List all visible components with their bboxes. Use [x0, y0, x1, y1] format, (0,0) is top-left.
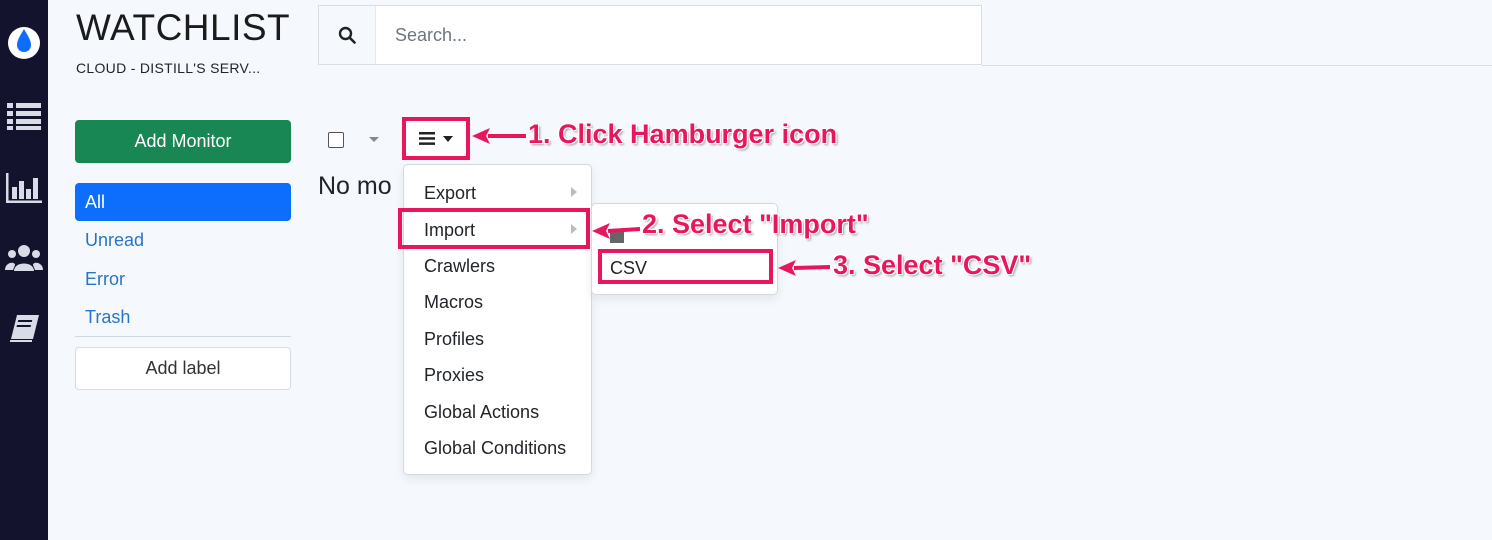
select-all-checkbox[interactable] — [328, 132, 344, 148]
annotation-step-2: 2. Select "Import" — [642, 209, 869, 239]
header-divider — [982, 65, 1492, 66]
select-options-caret-icon[interactable] — [369, 137, 379, 142]
annotation-arrow-3 — [778, 260, 830, 276]
search-bar — [318, 5, 982, 65]
annotation-step-3: 3. Select "CSV" — [833, 250, 1032, 280]
menu-item-profiles[interactable]: Profiles — [424, 329, 484, 350]
sidebar-item-trash[interactable]: Trash — [75, 298, 291, 336]
hamburger-icon — [419, 132, 435, 145]
add-label-button[interactable]: Add label — [75, 347, 291, 390]
annotation-arrow-1 — [472, 128, 526, 144]
search-input[interactable] — [375, 6, 975, 64]
csv-highlight-box — [598, 249, 773, 284]
menu-item-global-actions[interactable]: Global Actions — [424, 402, 539, 423]
search-icon[interactable] — [319, 6, 376, 64]
sidebar-item-unread[interactable]: Unread — [75, 221, 291, 259]
annotation-arrow-2 — [592, 223, 640, 239]
submenu-arrow-icon — [571, 187, 577, 197]
empty-state-text: No mo — [318, 172, 392, 200]
chevron-down-icon — [443, 135, 453, 142]
users-icon[interactable] — [0, 238, 48, 278]
annotation-step-1: 1. Click Hamburger icon — [528, 119, 838, 149]
list-icon[interactable] — [0, 96, 48, 136]
sidebar-divider — [75, 336, 291, 337]
menu-item-global-conditions[interactable]: Global Conditions — [424, 438, 566, 459]
book-icon[interactable] — [0, 308, 48, 348]
add-monitor-button[interactable]: Add Monitor — [75, 120, 291, 163]
page-title: WATCHLIST — [76, 7, 291, 48]
menu-item-export[interactable]: Export — [424, 183, 476, 204]
sidebar-item-all[interactable]: All — [75, 183, 291, 221]
bar-chart-icon[interactable] — [0, 168, 48, 208]
import-highlight-box — [398, 208, 590, 249]
menu-item-proxies[interactable]: Proxies — [424, 365, 484, 386]
menu-item-macros[interactable]: Macros — [424, 292, 483, 313]
left-rail — [0, 0, 48, 540]
droplet-logo-icon[interactable] — [0, 20, 48, 60]
page-subtitle: CLOUD - DISTILL'S SERV... — [76, 60, 261, 76]
sidebar-item-error[interactable]: Error — [75, 260, 291, 298]
hamburger-menu-button[interactable] — [402, 117, 470, 160]
menu-item-crawlers[interactable]: Crawlers — [424, 256, 495, 277]
